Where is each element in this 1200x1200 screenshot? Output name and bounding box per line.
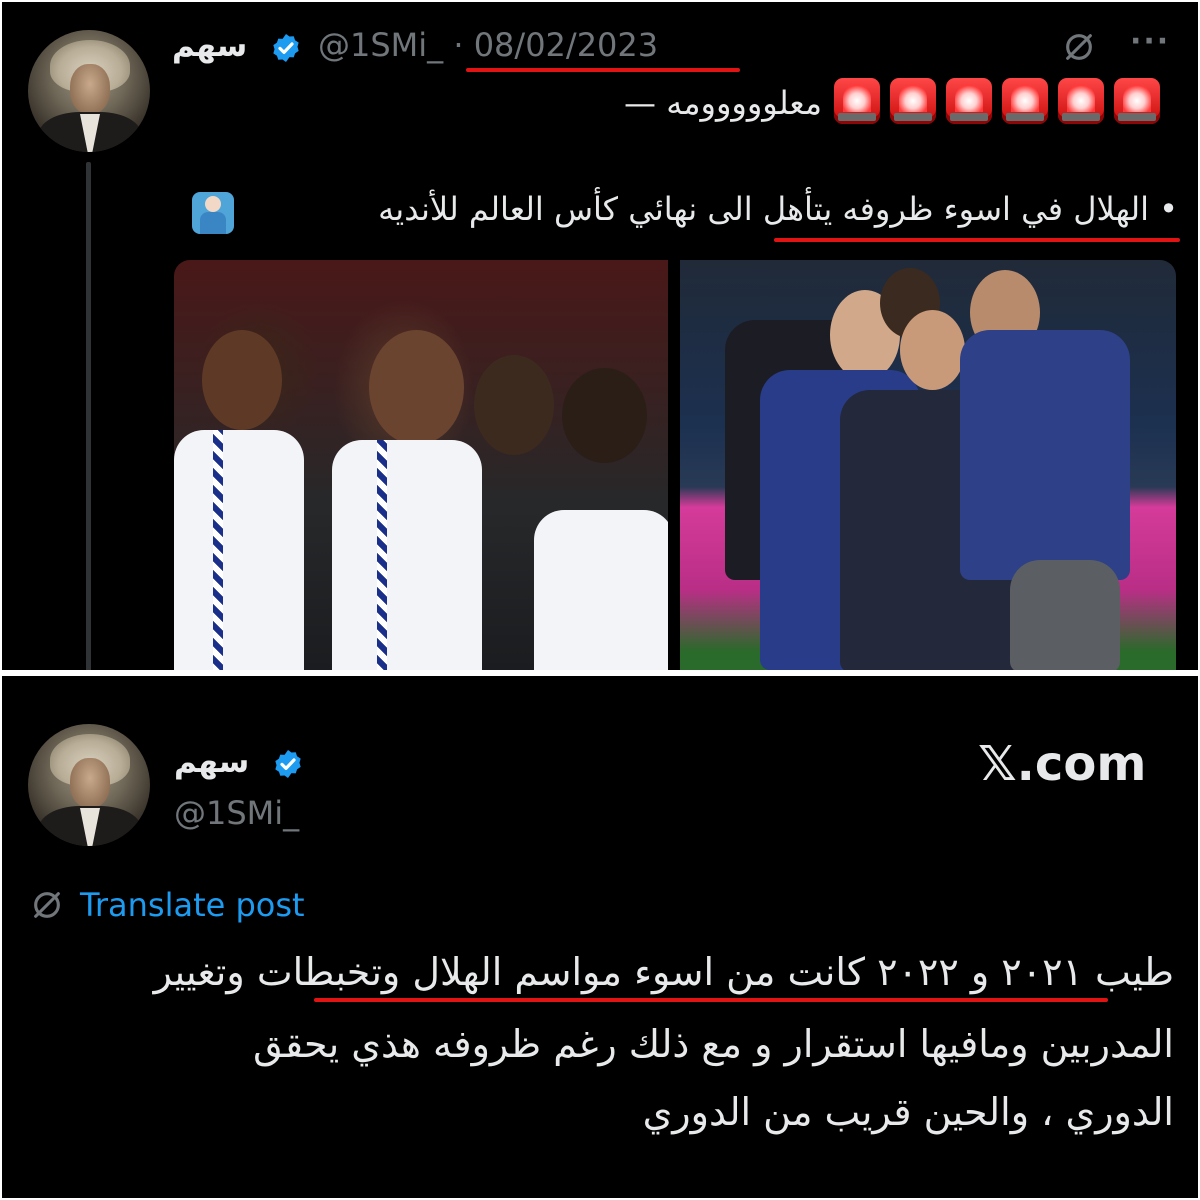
tweet-body-line-3: الدوري ، والحين قريب من الدوري bbox=[642, 1090, 1174, 1134]
police-light-emoji bbox=[946, 78, 992, 124]
bottom-tweet-screenshot: سهم @1SMi_ 𝕏.com Translate post طيب ٢٠٢١… bbox=[2, 676, 1198, 1198]
player-head bbox=[562, 368, 647, 463]
player-jersey bbox=[174, 430, 304, 670]
player-head bbox=[202, 330, 282, 430]
text-highlight-underline bbox=[314, 998, 1108, 1002]
staff-head bbox=[900, 310, 965, 390]
tweet-body-line-1: طيب ٢٠٢١ و ٢٠٢٢ كانت من اسوء مواسم الهلا… bbox=[153, 950, 1174, 994]
police-light-emoji bbox=[834, 78, 880, 124]
siren-emoji-row bbox=[834, 78, 1160, 124]
player-jersey bbox=[332, 440, 482, 670]
police-light-emoji bbox=[1058, 78, 1104, 124]
police-light-emoji bbox=[1002, 78, 1048, 124]
tweet-line-2: • الهلال في اسوء ظروفه يتأهل الى نهائي ك… bbox=[378, 190, 1178, 228]
translate-post-link[interactable]: Translate post bbox=[80, 886, 305, 924]
police-light-emoji bbox=[890, 78, 936, 124]
translate-slash-icon[interactable] bbox=[1062, 30, 1096, 64]
player-jersey bbox=[534, 510, 668, 670]
tweet-photo-coaches[interactable] bbox=[680, 260, 1176, 670]
tweet-line-1: معلووووومه — bbox=[624, 84, 822, 122]
top-tweet-screenshot: سهم @1SMi_ · 08/02/2023 ··· معلووووومه —… bbox=[2, 2, 1198, 670]
staff-jacket bbox=[960, 330, 1130, 580]
verified-badge-icon bbox=[275, 750, 301, 778]
tweet-body-line-2: المدربين ومافيها استقرار و مع ذلك رغم ظر… bbox=[253, 1022, 1174, 1066]
more-dots-icon[interactable]: ··· bbox=[1130, 24, 1170, 59]
handle-and-date[interactable]: @1SMi_ · 08/02/2023 bbox=[318, 26, 658, 64]
author-display-name[interactable]: سهم bbox=[174, 744, 249, 780]
thread-connector-line bbox=[86, 162, 91, 670]
author-display-name[interactable]: سهم bbox=[172, 28, 247, 64]
player-head bbox=[474, 355, 554, 455]
site-watermark: 𝕏.com bbox=[978, 736, 1147, 792]
author-avatar[interactable] bbox=[28, 724, 150, 846]
text-highlight-underline bbox=[774, 238, 1180, 242]
player-head bbox=[369, 330, 464, 445]
police-light-emoji bbox=[1114, 78, 1160, 124]
author-handle[interactable]: @1SMi_ bbox=[174, 794, 299, 832]
date-highlight-underline bbox=[466, 68, 740, 72]
tweet-photo-players[interactable] bbox=[174, 260, 668, 670]
translate-slash-icon[interactable] bbox=[30, 888, 64, 922]
author-avatar[interactable] bbox=[28, 30, 150, 152]
verified-badge-icon bbox=[273, 34, 299, 62]
staff-trousers bbox=[1010, 560, 1120, 670]
person-shrugging-emoji bbox=[192, 192, 234, 234]
